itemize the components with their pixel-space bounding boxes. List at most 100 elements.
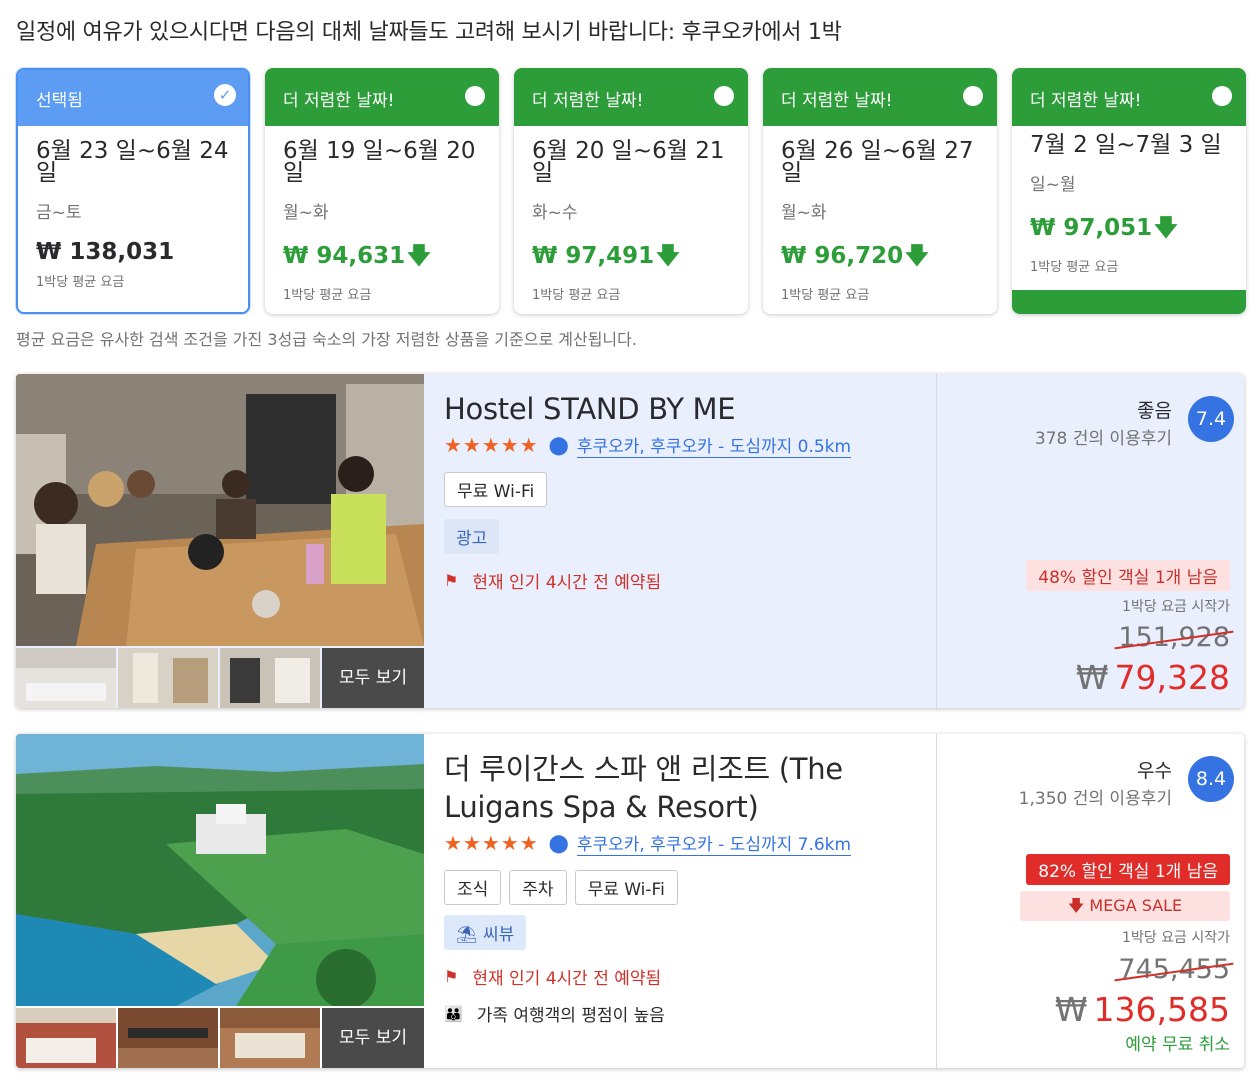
hotel-location-link[interactable]: 후쿠오카, 후쿠오카 - 도심까지 0.5km xyxy=(576,432,852,458)
flag-icon: ⚑ xyxy=(444,571,459,590)
arrow-down-icon: 🡇 xyxy=(407,243,431,269)
radio-circle-icon xyxy=(1212,86,1232,106)
family-icon: 👪 xyxy=(444,1004,463,1023)
hotel-card[interactable]: 모두 보기 Hostel STAND BY ME ★★★★★ ⬤ 후쿠오카, 후… xyxy=(16,374,1244,708)
date-card-selected[interactable]: 선택됨 ✓ 6월 23 일~6월 24 일 금~토 ₩ 138,031 1박당 … xyxy=(16,68,250,314)
sea-view-badge: ⛱ 씨뷰 xyxy=(444,915,527,950)
date-card-head-label: 더 저렴한 날짜! xyxy=(1030,91,1142,111)
date-range: 6월 23 일~6월 24 일 xyxy=(36,138,229,186)
mega-sale-badge: 🡇 MEGA SALE xyxy=(1020,891,1230,921)
day-of-week: 금~토 xyxy=(36,203,82,223)
day-of-week: 일~월 xyxy=(1030,175,1076,195)
star-rating: ★★★★★ xyxy=(444,831,539,855)
date-card-cheaper-3[interactable]: 더 저렴한 날짜! 6월 26 일~6월 27 일 월~화 ₩ 96,720🡇 … xyxy=(763,68,997,314)
hotel-photo-thumbnails: 모두 보기 xyxy=(16,1008,424,1068)
hotel-info: Hostel STAND BY ME ★★★★★ ⬤ 후쿠오카, 후쿠오카 - … xyxy=(444,374,934,708)
date-card-head-label: 더 저렴한 날짜! xyxy=(781,91,893,111)
average-price-label: 1박당 평균 요금 xyxy=(283,288,372,303)
booking-urgency: ⚑ 현재 인기 4시간 전 예약됨 xyxy=(444,967,662,989)
date-card-head-label: 선택됨 xyxy=(36,91,83,111)
starting-price-label: 1박당 요금 시작가 xyxy=(1122,930,1230,946)
see-all-photos-button[interactable]: 모두 보기 xyxy=(322,648,424,708)
alternative-dates-headline: 일정에 여유가 있으시다면 다음의 대체 날짜들도 고려해 보시기 바랍니다: … xyxy=(16,20,842,45)
thumbnail-photo[interactable] xyxy=(118,1008,218,1068)
arrow-down-icon: 🡇 xyxy=(1154,215,1178,241)
review-count[interactable]: 1,350 건의 이용후기 xyxy=(1019,784,1172,809)
hotel-name[interactable]: 더 루이간스 스파 앤 리조트 (The Luigans Spa & Resor… xyxy=(444,734,934,826)
date-card-cheaper-1[interactable]: 더 저렴한 날짜! 6월 19 일~6월 20 일 월~화 ₩ 94,631🡇 … xyxy=(265,68,499,314)
map-pin-icon: ⬤ xyxy=(548,434,569,456)
amenity-list: 무료 Wi-Fi xyxy=(444,472,934,507)
beach-umbrella-icon: ⛱ xyxy=(456,925,478,945)
radio-circle-icon xyxy=(963,86,983,106)
discounted-price: ₩136,585 xyxy=(1054,990,1230,1029)
average-price-footnote: 평균 요금은 유사한 검색 조건을 가진 3성급 숙소의 가장 저렴한 상품을 … xyxy=(16,330,637,349)
see-all-photos-button[interactable]: 모두 보기 xyxy=(322,1008,424,1068)
ad-badge: 광고 xyxy=(444,519,500,554)
flag-icon: ⚑ xyxy=(444,967,459,986)
average-price: ₩ 94,631🡇 xyxy=(265,223,499,278)
discounted-price: ₩79,328 xyxy=(1075,658,1230,697)
radio-circle-icon xyxy=(714,86,734,106)
date-range: 6월 26 일~6월 27 일 xyxy=(781,138,974,186)
free-cancellation-note: 예약 무료 취소 xyxy=(1125,1035,1230,1055)
review-score-badge: 7.4 xyxy=(1188,396,1234,442)
date-card-cheaper-2[interactable]: 더 저렴한 날짜! 6월 20 일~6월 21 일 화~수 ₩ 97,491🡇 … xyxy=(514,68,748,314)
average-price-label: 1박당 평균 요금 xyxy=(532,288,621,303)
thumbnail-photo[interactable] xyxy=(16,1008,116,1068)
radio-circle-icon xyxy=(465,86,485,106)
day-of-week: 월~화 xyxy=(283,203,329,223)
review-score-badge: 8.4 xyxy=(1188,756,1234,802)
amenity-chip: 무료 Wi-Fi xyxy=(444,472,548,507)
check-icon: ✓ xyxy=(214,84,236,106)
average-price-label: 1박당 평균 요금 xyxy=(781,288,870,303)
date-card-head-label: 더 저렴한 날짜! xyxy=(283,91,395,111)
average-price: ₩ 96,720🡇 xyxy=(763,223,997,278)
review-rating-label: 좋음 xyxy=(1137,400,1172,422)
alternative-date-cards: 선택됨 ✓ 6월 23 일~6월 24 일 금~토 ₩ 138,031 1박당 … xyxy=(16,68,1246,316)
date-range: 6월 20 일~6월 21 일 xyxy=(532,138,725,186)
discount-badge: 48% 할인 객실 1개 남음 xyxy=(1026,560,1230,591)
day-of-week: 월~화 xyxy=(781,203,827,223)
family-rating-note: 👪 가족 여행객의 평점이 높음 xyxy=(444,1004,665,1027)
star-rating: ★★★★★ xyxy=(444,433,539,457)
hotel-main-photo[interactable] xyxy=(16,734,424,1006)
hotel-main-photo[interactable] xyxy=(16,374,424,646)
average-price: ₩ 97,051🡇 xyxy=(1012,195,1246,250)
date-range: 7월 2 일~7월 3 일 xyxy=(1030,132,1222,158)
amenity-chip: 조식 xyxy=(444,870,502,905)
original-price: 151,928 xyxy=(1114,622,1234,653)
starting-price-label: 1박당 요금 시작가 xyxy=(1122,599,1230,615)
average-price-label: 1박당 평균 요금 xyxy=(1030,260,1119,275)
price-panel[interactable]: 우수 1,350 건의 이용후기 8.4 82% 할인 객실 1개 남음 🡇 M… xyxy=(936,734,1244,1068)
thumbnail-photo[interactable] xyxy=(118,648,218,708)
average-price: ₩ 97,491🡇 xyxy=(514,223,748,278)
date-range: 6월 19 일~6월 20 일 xyxy=(283,138,476,186)
amenity-list: 조식 주차 무료 Wi-Fi xyxy=(444,870,934,905)
thumbnail-photo[interactable] xyxy=(220,648,320,708)
hotel-info: 더 루이간스 스파 앤 리조트 (The Luigans Spa & Resor… xyxy=(444,734,934,1068)
hotel-card[interactable]: 모두 보기 더 루이간스 스파 앤 리조트 (The Luigans Spa &… xyxy=(16,734,1244,1068)
arrow-down-icon: 🡇 xyxy=(905,243,929,269)
price-panel[interactable]: 좋음 378 건의 이용후기 7.4 48% 할인 객실 1개 남음 1박당 요… xyxy=(936,374,1244,708)
arrow-down-icon: 🡇 xyxy=(1067,896,1085,915)
amenity-chip: 주차 xyxy=(509,870,567,905)
average-price: ₩ 138,031 xyxy=(36,239,175,265)
hotel-location-link[interactable]: 후쿠오카, 후쿠오카 - 도심까지 7.6km xyxy=(576,830,852,856)
booking-urgency: ⚑ 현재 인기 4시간 전 예약됨 xyxy=(444,571,662,593)
average-price-label: 1박당 평균 요금 xyxy=(36,275,125,290)
hotel-photo-thumbnails: 모두 보기 xyxy=(16,648,424,708)
day-of-week: 화~수 xyxy=(532,203,578,223)
hotel-name[interactable]: Hostel STAND BY ME xyxy=(444,374,934,428)
original-price: 745,455 xyxy=(1114,954,1234,985)
arrow-down-icon: 🡇 xyxy=(656,243,680,269)
date-card-head-label: 더 저렴한 날짜! xyxy=(532,91,644,111)
card-bottom-bar xyxy=(1012,290,1246,314)
date-card-cheaper-4[interactable]: 더 저렴한 날짜! 7월 2 일~7월 3 일 일~월 ₩ 97,051🡇 1박… xyxy=(1012,68,1246,314)
review-count[interactable]: 378 건의 이용후기 xyxy=(1035,424,1172,449)
thumbnail-photo[interactable] xyxy=(16,648,116,708)
discount-badge: 82% 할인 객실 1개 남음 xyxy=(1026,854,1230,885)
amenity-chip: 무료 Wi-Fi xyxy=(574,870,678,905)
thumbnail-photo[interactable] xyxy=(220,1008,320,1068)
map-pin-icon: ⬤ xyxy=(548,832,569,854)
